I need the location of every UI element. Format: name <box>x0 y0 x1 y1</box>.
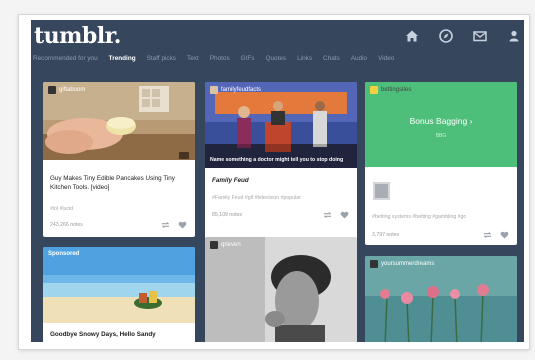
blog-avatar <box>210 86 218 94</box>
tumblr-logo[interactable]: tumblr. <box>34 23 121 49</box>
image-caption: Name something a doctor might tell you t… <box>210 157 344 164</box>
game-show-photo <box>205 82 357 168</box>
post-image[interactable]: qrieven <box>205 237 357 342</box>
post-card-pancakes[interactable]: giftaboom Guy Makes Tiny Edible Pancakes… <box>43 82 195 237</box>
nav-icons <box>404 28 522 44</box>
tab-text[interactable]: Text <box>187 55 199 62</box>
blog-avatar <box>370 260 378 268</box>
blog-name[interactable]: qrieven <box>221 242 241 248</box>
post-actions <box>483 231 509 239</box>
tab-chats[interactable]: Chats <box>323 55 340 62</box>
post-notes[interactable]: 85,109 notes <box>212 212 242 218</box>
post-card-flowers[interactable]: yoursummerdreams <box>365 256 517 342</box>
mail-icon[interactable] <box>472 28 488 44</box>
post-image[interactable]: Sponsored <box>43 247 195 323</box>
post-title[interactable]: Goodbye Snowy Days, Hello Sandy <box>50 331 156 340</box>
post-actions <box>161 221 187 229</box>
post-actions <box>323 211 349 219</box>
reblog-icon[interactable] <box>483 231 492 239</box>
promo-link-block[interactable]: bettingsites Bonus Bagging › BBG <box>365 82 517 167</box>
sponsored-label: Sponsored <box>48 251 80 257</box>
blog-avatar <box>370 86 378 94</box>
tab-audio[interactable]: Audio <box>351 55 367 62</box>
tab-recommended[interactable]: Recommended for you <box>33 55 98 62</box>
blog-name[interactable]: giftaboom <box>59 87 85 93</box>
post-tags[interactable]: #Family Feud #gif #television #popular <box>212 195 301 201</box>
promo-subtitle: BBG <box>435 133 447 139</box>
blog-badge[interactable]: yoursummerdreams <box>370 260 434 268</box>
blog-avatar <box>210 241 218 249</box>
blog-badge[interactable]: familyfeudfacts <box>210 86 261 94</box>
person-icon[interactable] <box>506 28 522 44</box>
beach-photo <box>43 247 195 323</box>
post-card-portrait[interactable]: qrieven <box>205 237 357 342</box>
promo-title[interactable]: Bonus Bagging › <box>365 116 517 126</box>
reblog-icon[interactable] <box>323 211 332 219</box>
home-icon[interactable] <box>404 28 420 44</box>
blog-name[interactable]: bettingsites <box>381 87 411 93</box>
post-card-family-feud[interactable]: familyfeudfacts Name something a doctor … <box>205 82 357 242</box>
tab-staff-picks[interactable]: Staff picks <box>147 55 176 62</box>
flowers-photo <box>365 256 517 342</box>
portrait-photo <box>205 237 357 342</box>
reblog-icon[interactable] <box>161 221 170 229</box>
link-thumbnail[interactable] <box>373 182 390 200</box>
header-bar: tumblr. Recommended for you Trending Sta… <box>31 20 524 88</box>
post-tags[interactable]: #lol #lucid <box>50 206 73 212</box>
blog-name[interactable]: familyfeudfacts <box>221 87 261 93</box>
tab-links[interactable]: Links <box>297 55 312 62</box>
blog-badge[interactable]: giftaboom <box>48 86 85 94</box>
post-title[interactable]: Guy Makes Tiny Edible Pancakes Using Tin… <box>50 175 188 192</box>
post-notes[interactable]: 3,797 notes <box>372 232 399 238</box>
tab-video[interactable]: Video <box>378 55 394 62</box>
compass-icon[interactable] <box>438 28 454 44</box>
blog-badge[interactable]: bettingsites <box>370 86 411 94</box>
blog-badge[interactable]: qrieven <box>210 241 241 249</box>
explore-tabs: Recommended for you Trending Staff picks… <box>33 55 394 62</box>
heart-icon[interactable] <box>340 211 349 219</box>
post-tags[interactable]: #betting systems #betting #gambling #go <box>372 214 466 220</box>
post-card-bonus-bagging[interactable]: bettingsites Bonus Bagging › BBG #bettin… <box>365 82 517 245</box>
tumblr-dashboard: tumblr. Recommended for you Trending Sta… <box>31 20 524 342</box>
video-camera-icon <box>179 152 189 159</box>
blog-name[interactable]: yoursummerdreams <box>381 261 434 267</box>
tab-quotes[interactable]: Quotes <box>266 55 287 62</box>
tab-gifs[interactable]: GIFs <box>241 55 255 62</box>
post-image[interactable]: giftaboom <box>43 82 195 160</box>
tab-photos[interactable]: Photos <box>210 55 230 62</box>
post-image[interactable]: familyfeudfacts Name something a doctor … <box>205 82 357 168</box>
heart-icon[interactable] <box>500 231 509 239</box>
post-image[interactable]: yoursummerdreams <box>365 256 517 342</box>
post-notes[interactable]: 243,266 notes <box>50 222 83 228</box>
tab-trending[interactable]: Trending <box>109 55 136 62</box>
post-title[interactable]: Family Feud <box>212 177 249 186</box>
heart-icon[interactable] <box>178 221 187 229</box>
blog-avatar <box>48 86 56 94</box>
post-card-sponsored[interactable]: Sponsored Goodbye Snowy Days, Hello Sand… <box>43 247 195 342</box>
